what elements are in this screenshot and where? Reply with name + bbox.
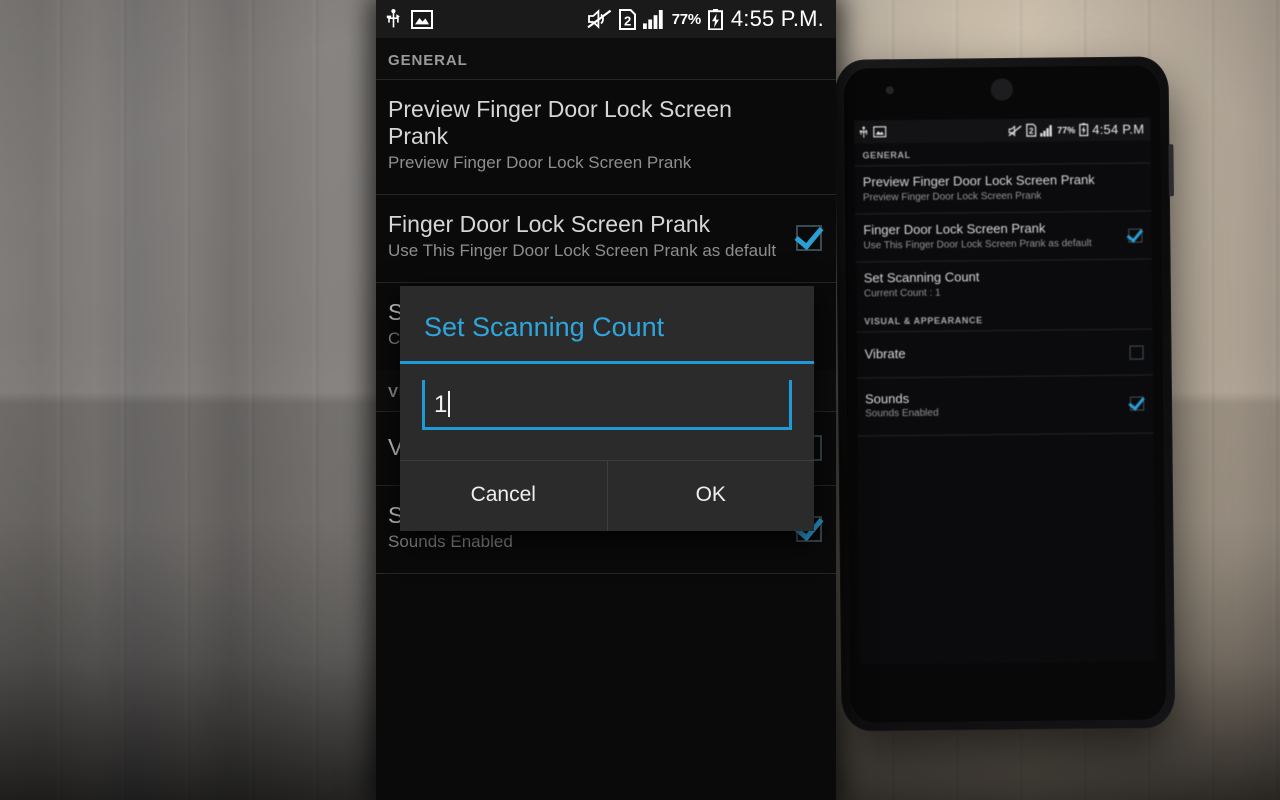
checkbox-vibrate[interactable] xyxy=(1129,345,1144,360)
dialog-title: Set Scanning Count xyxy=(424,312,665,342)
svg-text:2: 2 xyxy=(1029,127,1034,136)
preference-title: Preview Finger Door Lock Screen Prank xyxy=(862,172,1095,190)
scanning-count-input[interactable]: 1 xyxy=(422,380,792,430)
screenshot-image-icon xyxy=(873,126,887,138)
list-item-preview-prank[interactable]: Preview Finger Door Lock Screen Prank Pr… xyxy=(376,80,836,194)
power-button[interactable] xyxy=(1168,144,1174,197)
preference-summary: Preview Finger Door Lock Screen Prank xyxy=(862,190,1042,204)
empty-list-area xyxy=(857,433,1155,557)
text-caret xyxy=(448,391,451,417)
dialog-body: 1 xyxy=(400,364,814,460)
list-item[interactable]: Set Scanning Count Current Count : 1 xyxy=(856,260,1152,310)
screenshot-image-icon xyxy=(411,9,433,29)
signal-bars-icon xyxy=(642,9,665,29)
preference-title: Set Scanning Count xyxy=(863,269,980,286)
clock-label: 4:54 P.M xyxy=(1092,121,1145,138)
preference-summary: Preview Finger Door Lock Screen Prank xyxy=(388,153,692,173)
list-item[interactable]: Sounds Sounds Enabled xyxy=(857,375,1154,435)
set-scanning-count-dialog: Set Scanning Count 1 Cancel OK xyxy=(400,286,814,531)
front-camera-icon xyxy=(885,86,894,95)
battery-charging-icon xyxy=(707,8,723,30)
preference-title: Sounds xyxy=(864,390,910,407)
usb-icon xyxy=(859,125,868,138)
usb-icon xyxy=(386,9,401,29)
checkbox-use-as-default[interactable] xyxy=(796,225,822,252)
signal-bars-icon xyxy=(1040,124,1053,137)
phone-device-mockup: 2 77% 4:54 P.M GENERAL Preview Finger Do… xyxy=(834,56,1176,732)
phone-screen-small: 2 77% 4:54 P.M GENERAL Preview Finger Do… xyxy=(854,117,1156,665)
preference-title: Finger Door Lock Screen Prank xyxy=(388,210,711,237)
preference-title: Vibrate xyxy=(864,346,906,362)
scanning-count-value: 1 xyxy=(434,391,448,418)
mute-speaker-icon xyxy=(1008,124,1022,137)
dialog-button-bar: Cancel OK xyxy=(400,461,814,531)
checkbox-use-as-default[interactable] xyxy=(1128,228,1143,243)
status-bar: 2 77% 4:55 P.M. xyxy=(376,0,836,38)
battery-percent-label: 77% xyxy=(671,10,701,28)
svg-text:2: 2 xyxy=(624,13,631,28)
sim2-icon: 2 xyxy=(618,8,636,30)
clock-label: 4:55 P.M. xyxy=(730,6,824,31)
ok-button[interactable]: OK xyxy=(608,461,815,531)
small-section-header-general: GENERAL xyxy=(862,149,911,161)
phone-bezel: 2 77% 4:54 P.M GENERAL Preview Finger Do… xyxy=(843,65,1167,723)
cancel-button[interactable]: Cancel xyxy=(400,461,607,531)
preference-summary: Sounds Enabled xyxy=(865,408,939,420)
screenshot-stage: 2 77% 4:54 P.M GENERAL Preview Finger Do… xyxy=(0,0,1280,800)
sim2-icon: 2 xyxy=(1026,123,1037,137)
preference-summary: Sounds Enabled xyxy=(388,531,513,551)
section-header-general: GENERAL xyxy=(376,38,836,79)
battery-charging-icon xyxy=(1079,123,1089,137)
checkbox-sounds[interactable] xyxy=(1130,396,1145,412)
preference-title: Preview Finger Door Lock Screen Prank xyxy=(388,96,732,150)
preference-summary: Current Count : 1 xyxy=(863,287,941,300)
preference-summary: Use This Finger Door Lock Screen Prank a… xyxy=(863,237,1092,252)
divider xyxy=(376,572,836,574)
battery-percent-label: 77% xyxy=(1057,124,1076,135)
small-section-header-visual: VISUAL & APPEARANCE xyxy=(864,315,983,327)
preference-summary: Use This Finger Door Lock Screen Prank a… xyxy=(388,241,777,261)
list-item[interactable]: Preview Finger Door Lock Screen Prank Pr… xyxy=(855,163,1151,213)
list-item-use-as-default[interactable]: Finger Door Lock Screen Prank Use This F… xyxy=(376,194,836,282)
earpiece-speaker-icon xyxy=(991,78,1013,101)
list-item[interactable]: Vibrate xyxy=(856,330,1152,378)
preference-title: Finger Door Lock Screen Prank xyxy=(863,220,1046,238)
list-item[interactable]: Finger Door Lock Screen Prank Use This F… xyxy=(855,212,1151,262)
mute-speaker-icon xyxy=(587,9,612,29)
small-status-bar: 2 77% 4:54 P.M xyxy=(854,117,1151,144)
